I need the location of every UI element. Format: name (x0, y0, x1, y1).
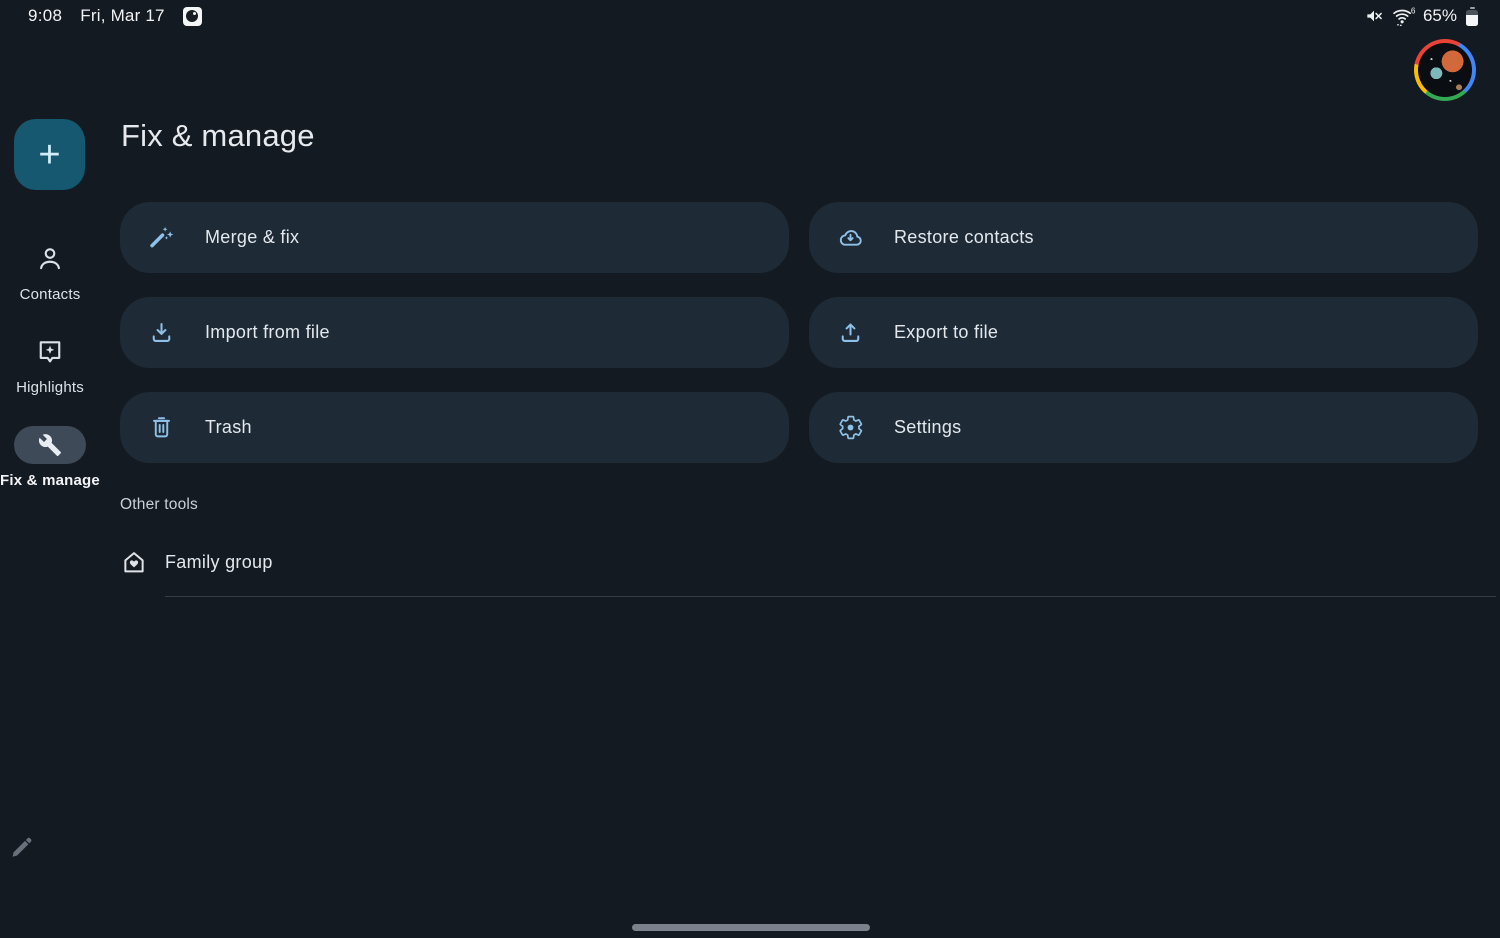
status-bar-left: 9:08 Fri, Mar 17 (28, 6, 202, 26)
person-icon (14, 240, 86, 278)
magic-wand-icon (148, 224, 175, 251)
other-tools-section-label: Other tools (120, 496, 198, 514)
clock: 9:08 (28, 6, 62, 26)
import-from-file-card[interactable]: Import from file (120, 297, 789, 368)
plus-icon: + (38, 136, 60, 174)
battery-icon (1466, 7, 1478, 26)
export-to-file-card[interactable]: Export to file (809, 297, 1478, 368)
status-bar: 9:08 Fri, Mar 17 6 65% (0, 0, 1500, 32)
card-label: Trash (205, 417, 252, 438)
restore-contacts-card[interactable]: Restore contacts (809, 202, 1478, 273)
create-contact-fab[interactable]: + (14, 119, 85, 190)
stylus-pencil-icon (6, 831, 36, 861)
sidebar-nav: Contacts Highlights Fix & manage (0, 240, 100, 519)
divider (165, 596, 1496, 597)
settings-card[interactable]: Settings (809, 392, 1478, 463)
wrench-icon (14, 426, 86, 464)
sound-muted-icon (1364, 6, 1384, 26)
download-icon (148, 319, 175, 346)
card-label: Merge & fix (205, 227, 299, 248)
page-title: Fix & manage (121, 118, 315, 154)
card-label: Export to file (894, 322, 998, 343)
svg-text:6: 6 (1411, 7, 1416, 16)
battery-percentage: 65% (1423, 6, 1457, 26)
screenshot-icon (183, 7, 202, 26)
sidebar-item-highlights[interactable]: Highlights (0, 333, 100, 396)
fix-manage-cards: Merge & fix Restore contacts Import from… (120, 202, 1478, 463)
wifi-icon: 6 (1391, 5, 1416, 27)
trash-icon (148, 414, 175, 441)
sidebar-item-label: Fix & manage (0, 472, 100, 489)
highlights-icon (14, 333, 86, 371)
sidebar-item-label: Highlights (16, 379, 84, 396)
tool-label: Family group (165, 552, 273, 573)
avatar-image (1418, 43, 1472, 97)
gear-icon (837, 414, 864, 441)
home-indicator-handle[interactable] (632, 924, 870, 931)
trash-card[interactable]: Trash (120, 392, 789, 463)
sidebar-item-fix-and-manage[interactable]: Fix & manage (0, 426, 100, 489)
card-label: Restore contacts (894, 227, 1034, 248)
sidebar-item-contacts[interactable]: Contacts (0, 240, 100, 303)
family-home-icon (120, 548, 148, 576)
status-bar-right: 6 65% (1364, 5, 1478, 27)
account-avatar[interactable] (1414, 39, 1476, 101)
card-label: Import from file (205, 322, 330, 343)
card-label: Settings (894, 417, 961, 438)
family-group-row[interactable]: Family group (120, 543, 1478, 581)
cloud-restore-icon (837, 224, 864, 251)
sidebar-item-label: Contacts (20, 286, 81, 303)
merge-and-fix-card[interactable]: Merge & fix (120, 202, 789, 273)
date: Fri, Mar 17 (80, 6, 164, 26)
upload-icon (837, 319, 864, 346)
